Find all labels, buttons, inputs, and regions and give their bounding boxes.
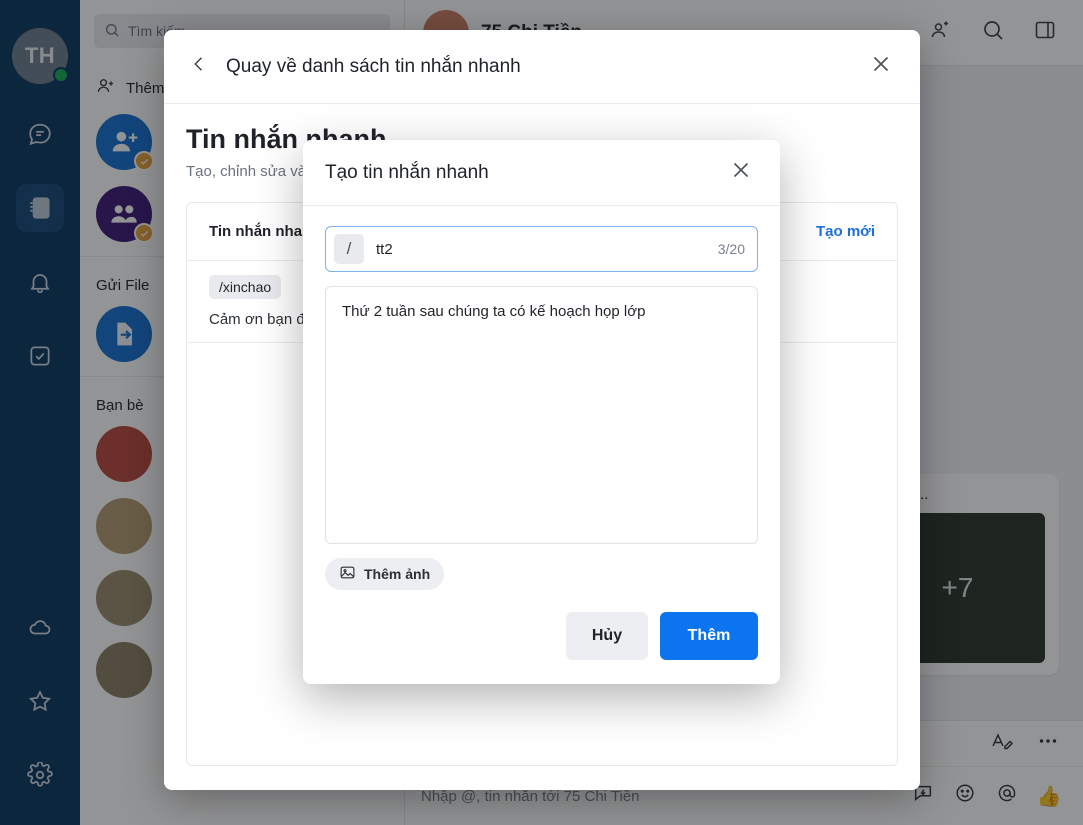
modal-title: Tạo tin nhắn nhanh — [325, 161, 489, 183]
create-quick-message-modal: Tạo tin nhắn nhanh / tt2 3/20 Thứ 2 tuần… — [303, 140, 780, 684]
keyword-field[interactable]: / tt2 3/20 — [325, 226, 758, 272]
close-icon — [729, 158, 753, 187]
app-root: TH Tìm kiếm Thêm bạn Gửi File Bạn bè ...… — [0, 0, 1083, 825]
close-panel-button[interactable] — [864, 50, 898, 84]
content-textarea[interactable]: Thứ 2 tuần sau chúng ta có kế hoạch họp … — [325, 286, 758, 544]
modal-footer: Hủy Thêm — [303, 590, 780, 684]
back-label: Quay về danh sách tin nhắn nhanh — [226, 55, 521, 77]
submit-button[interactable]: Thêm — [660, 612, 758, 660]
modal-body: / tt2 3/20 Thứ 2 tuần sau chúng ta có kế… — [303, 206, 780, 590]
character-counter: 3/20 — [717, 241, 745, 257]
create-new-button[interactable]: Tạo mới — [816, 223, 875, 240]
quick-message-panel-header: Quay về danh sách tin nhắn nhanh — [164, 30, 920, 104]
image-icon — [339, 564, 356, 584]
chevron-left-icon — [189, 54, 209, 79]
add-image-label: Thêm ảnh — [364, 566, 431, 582]
cancel-button[interactable]: Hủy — [566, 612, 648, 660]
modal-header: Tạo tin nhắn nhanh — [303, 140, 780, 206]
add-image-row: Thêm ảnh — [325, 544, 758, 590]
back-button[interactable] — [186, 54, 212, 80]
slash-prefix-icon: / — [334, 234, 364, 264]
close-icon — [869, 52, 893, 81]
keyword-input[interactable]: tt2 — [376, 241, 706, 258]
add-image-button[interactable]: Thêm ảnh — [325, 558, 445, 590]
quick-message-tag: /xinchao — [209, 275, 282, 299]
close-modal-button[interactable] — [724, 156, 758, 190]
